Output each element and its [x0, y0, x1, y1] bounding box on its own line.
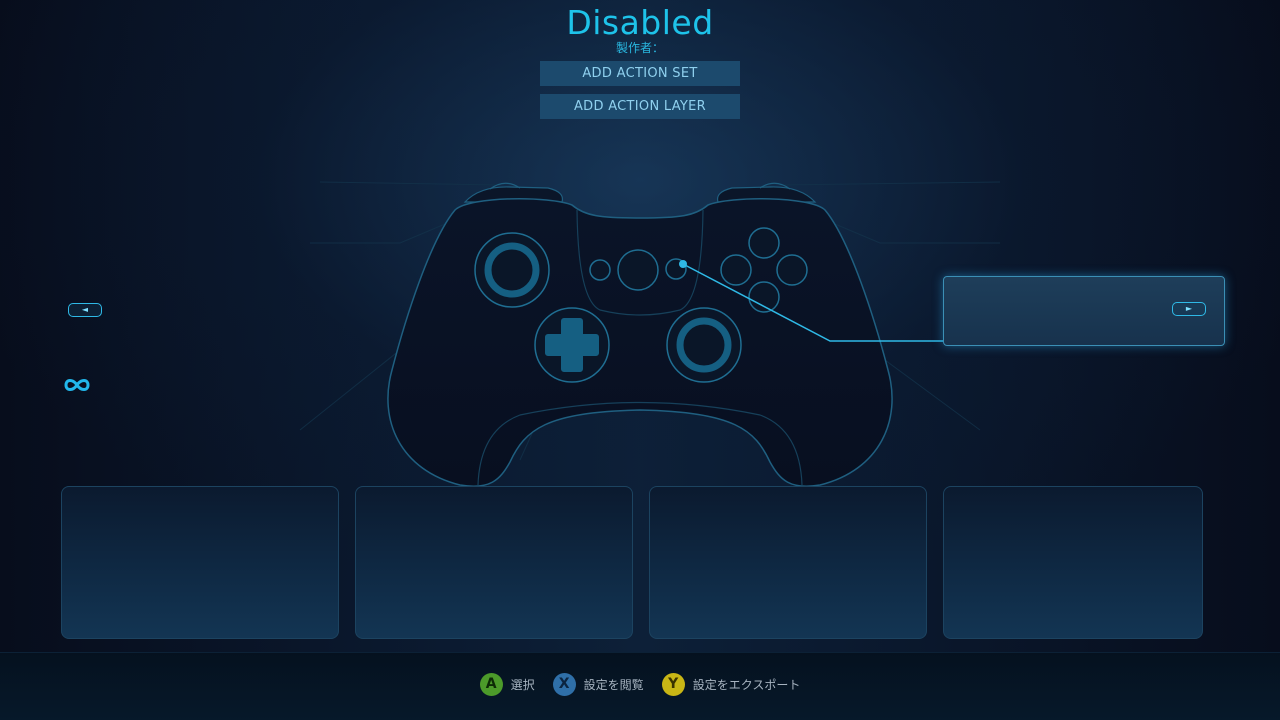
- controller-config-screen: Disabled 製作者： ADD ACTION SET ADD ACTION …: [0, 0, 1280, 720]
- face-button-b[interactable]: [776, 254, 808, 286]
- right-trigger: [759, 182, 791, 190]
- left-bumper: [463, 186, 564, 203]
- right-bumper: [716, 186, 817, 203]
- left-stick[interactable]: [474, 232, 550, 308]
- binding-card[interactable]: [943, 486, 1203, 639]
- view-button[interactable]: [589, 259, 611, 281]
- hint-label: 設定を閲覧: [583, 678, 644, 692]
- left-arrow-icon[interactable]: ◄: [68, 303, 102, 317]
- grip-contour: [477, 401, 803, 486]
- footer-bar: A 選択 X 設定を閲覧 Y 設定をエクスポート: [0, 652, 1280, 720]
- infinity-icon: [64, 379, 90, 391]
- hint-label: 設定をエクスポート: [692, 678, 801, 692]
- binding-card[interactable]: [649, 486, 927, 639]
- button-hints: A 選択 X 設定を閲覧 Y 設定をエクスポート: [0, 673, 1280, 696]
- right-arrow-icon[interactable]: ►: [1172, 302, 1206, 316]
- guide-button[interactable]: [617, 249, 659, 291]
- right-stick[interactable]: [666, 307, 742, 383]
- face-button-y[interactable]: [748, 227, 780, 259]
- face-button-a[interactable]: [748, 281, 780, 313]
- config-title: Disabled: [566, 3, 714, 42]
- binding-card[interactable]: [61, 486, 339, 639]
- guide-lines: [299, 181, 1001, 461]
- hint-export-config[interactable]: Y 設定をエクスポート: [661, 673, 801, 696]
- x-button-icon: X: [552, 673, 576, 696]
- a-button-icon: A: [479, 673, 503, 696]
- selected-binding-callout[interactable]: ►: [943, 276, 1225, 346]
- author-label: 製作者：: [615, 41, 664, 55]
- face-button-x[interactable]: [720, 254, 752, 286]
- add-action-set-button[interactable]: ADD ACTION SET: [540, 61, 740, 86]
- menu-button[interactable]: [665, 258, 687, 280]
- binding-card[interactable]: [355, 486, 633, 639]
- left-trigger: [489, 182, 521, 190]
- add-action-layer-button[interactable]: ADD ACTION LAYER: [540, 94, 740, 119]
- controller-body: [387, 198, 893, 487]
- y-button-icon: Y: [661, 673, 685, 696]
- dpad[interactable]: [534, 307, 610, 383]
- hint-select[interactable]: A 選択: [479, 673, 535, 696]
- hint-label: 選択: [510, 678, 535, 692]
- hint-browse-configs[interactable]: X 設定を閲覧: [552, 673, 644, 696]
